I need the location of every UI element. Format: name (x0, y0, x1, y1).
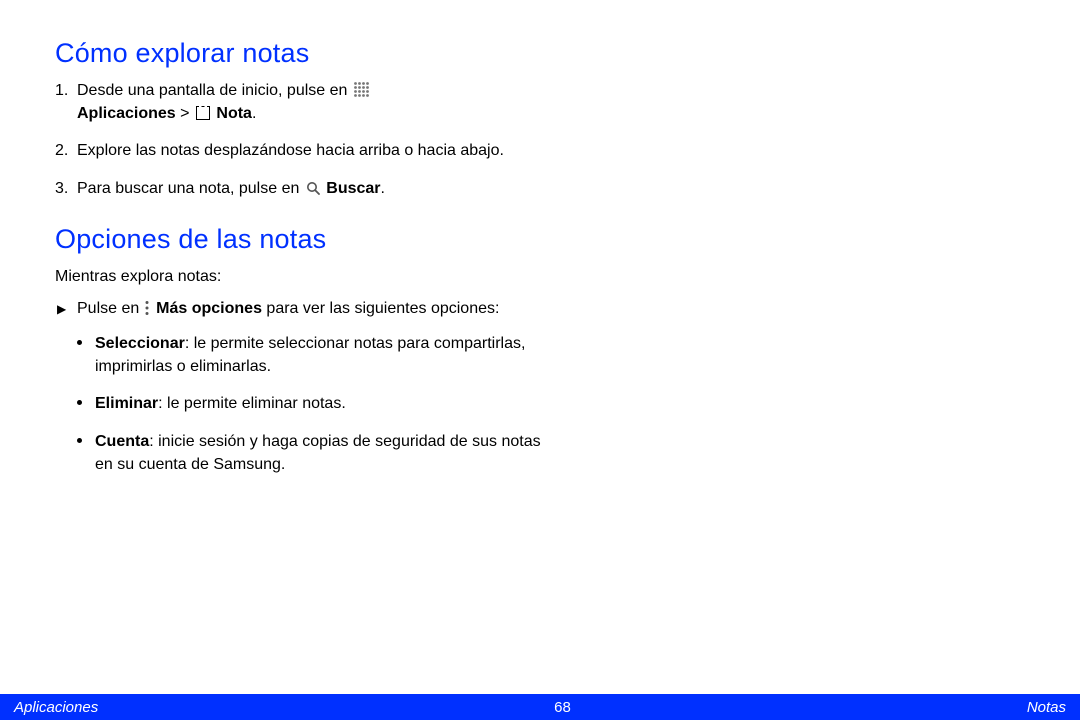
page-content: Cómo explorar notas 1. Desde una pantall… (55, 38, 555, 476)
step-number: 3. (55, 177, 68, 200)
period: . (252, 105, 256, 122)
step-number: 2. (55, 139, 68, 162)
more-options-lead: Pulse en Más opciones para ver las sigui… (55, 300, 555, 318)
option-desc: : le permite eliminar notas. (158, 395, 346, 412)
search-label: Buscar (322, 180, 381, 197)
lead-pre: Pulse en (77, 300, 144, 317)
step-2: 2. Explore las notas desplazándose hacia… (77, 139, 555, 162)
search-icon (306, 181, 320, 195)
option-name: Eliminar (95, 395, 158, 412)
footer-left: Aplicaciones (14, 699, 98, 716)
step-text: Desde una pantalla de inicio, pulse en (77, 82, 352, 99)
option-select: Seleccionar: le permite seleccionar nota… (95, 332, 555, 378)
more-options-label: Más opciones (152, 300, 262, 317)
breadcrumb-sep: > (176, 105, 194, 122)
option-name: Seleccionar (95, 335, 185, 352)
period: . (381, 180, 385, 197)
memo-label: Nota (212, 105, 252, 122)
heading-note-options: Opciones de las notas (55, 224, 555, 255)
memo-icon (196, 106, 210, 120)
more-options-icon (144, 300, 150, 316)
option-account: Cuenta: inicie sesión y haga copias de s… (95, 430, 555, 476)
options-intro: Mientras explora notas: (55, 265, 555, 288)
option-name: Cuenta (95, 433, 149, 450)
step-3: 3. Para buscar una nota, pulse en Buscar… (77, 177, 555, 200)
lead-post: para ver las siguientes opciones: (262, 300, 499, 317)
heading-browse-notes: Cómo explorar notas (55, 38, 555, 69)
step-number: 1. (55, 79, 68, 102)
apps-grid-icon (354, 82, 369, 97)
step-1: 1. Desde una pantalla de inicio, pulse e… (77, 79, 555, 125)
browse-steps-list: 1. Desde una pantalla de inicio, pulse e… (55, 79, 555, 200)
footer-right: Notas (1027, 699, 1066, 716)
option-desc: : inicie sesión y haga copias de segurid… (95, 433, 541, 473)
options-sublist: Seleccionar: le permite seleccionar nota… (55, 332, 555, 476)
option-delete: Eliminar: le permite eliminar notas. (95, 392, 555, 415)
apps-label: Aplicaciones (77, 105, 176, 122)
page-footer: Aplicaciones 68 Notas (0, 694, 1080, 720)
step-text: Para buscar una nota, pulse en (77, 180, 304, 197)
footer-page-number: 68 (554, 699, 571, 716)
step-text: Explore las notas desplazándose hacia ar… (77, 142, 504, 159)
